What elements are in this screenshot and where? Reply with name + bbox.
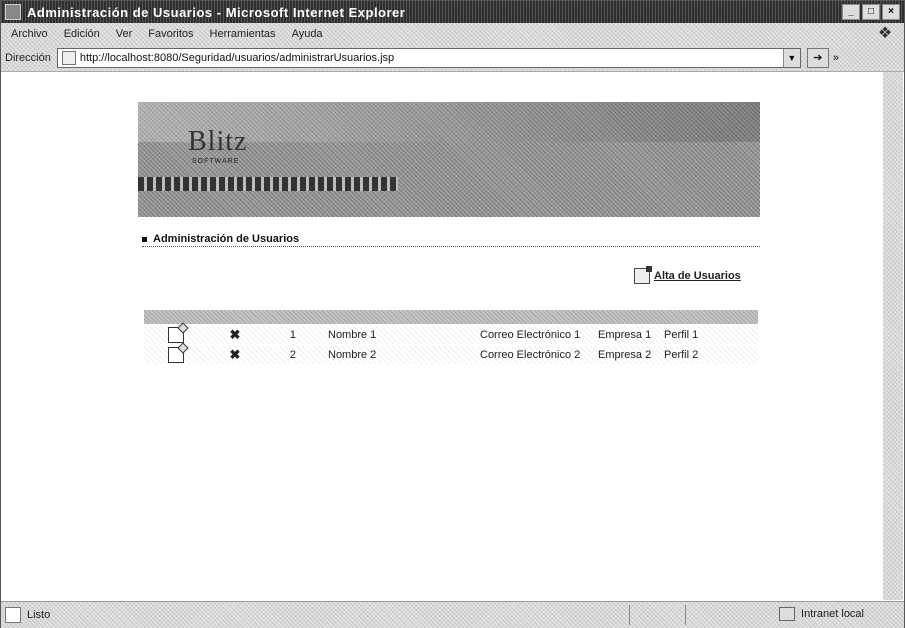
section-title: Administración de Usuarios (142, 233, 299, 245)
browser-window: Administración de Usuarios - Microsoft I… (0, 0, 905, 628)
maximize-button[interactable]: □ (862, 4, 880, 20)
security-zone: Intranet local (779, 607, 864, 621)
blitz-logo-sub: SOFTWARE (192, 158, 240, 165)
page-done-icon (5, 607, 21, 623)
address-bar: Dirección http://localhost:8080/Segurida… (1, 45, 904, 72)
menu-favoritos[interactable]: Favoritos (148, 28, 193, 40)
user-name: Nombre 2 (328, 349, 377, 361)
menu-ayuda[interactable]: Ayuda (292, 28, 323, 40)
banner-stripes (138, 177, 398, 191)
table-row: ✖ 2 Nombre 2 Correo Electrónico 2 Empres… (144, 346, 758, 364)
title-bar: Administración de Usuarios - Microsoft I… (1, 1, 904, 23)
user-perfil: Perfil 2 (664, 349, 699, 361)
users-table: ✖ 1 Nombre 1 Correo Electrónico 1 Empres… (144, 310, 758, 364)
add-user-icon (634, 266, 652, 284)
user-perfil: Perfil 1 (664, 329, 699, 341)
page-icon (61, 51, 76, 65)
edit-icon[interactable] (168, 327, 184, 343)
table-row: ✖ 1 Nombre 1 Correo Electrónico 1 Empres… (144, 326, 758, 344)
status-bar: Listo Intranet local (1, 601, 904, 628)
status-divider (685, 605, 686, 625)
table-header (144, 310, 758, 324)
window-title: Administración de Usuarios - Microsoft I… (27, 4, 406, 20)
window-controls: _ □ × (842, 4, 900, 20)
address-input[interactable]: http://localhost:8080/Seguridad/usuarios… (56, 48, 801, 68)
section-divider (142, 246, 760, 247)
status-divider (629, 605, 630, 625)
delete-icon[interactable]: ✖ (228, 327, 242, 343)
status-text: Listo (27, 609, 51, 621)
delete-icon[interactable]: ✖ (228, 347, 242, 363)
menu-bar: Archivo Edición Ver Favoritos Herramient… (1, 23, 904, 46)
close-button[interactable]: × (882, 4, 900, 20)
menu-archivo[interactable]: Archivo (11, 28, 48, 40)
user-id[interactable]: 2 (278, 349, 296, 361)
menu-ver[interactable]: Ver (116, 28, 133, 40)
intranet-icon (779, 607, 796, 621)
vertical-scrollbar[interactable] (883, 72, 903, 600)
user-id[interactable]: 1 (278, 329, 296, 341)
address-label: Dirección (5, 52, 51, 64)
user-name: Nombre 1 (328, 329, 377, 341)
edit-icon[interactable] (168, 347, 184, 363)
links-chevron-icon[interactable]: » (833, 52, 839, 64)
zone-text: Intranet local (801, 608, 864, 620)
alta-usuarios-link[interactable]: Alta de Usuarios (634, 266, 741, 284)
menu-edicion[interactable]: Edición (64, 28, 100, 40)
header-banner: Blitz SOFTWARE (138, 102, 760, 217)
go-button[interactable]: ➔ (806, 48, 829, 68)
user-empresa: Empresa 2 (598, 349, 652, 361)
section-title-text: Administración de Usuarios (153, 233, 300, 245)
user-email: Correo Electrónico 1 (480, 329, 581, 341)
bullet-icon (142, 236, 147, 242)
address-dropdown-button[interactable]: ▼ (782, 49, 800, 67)
user-empresa: Empresa 1 (598, 329, 652, 341)
blitz-logo: Blitz (188, 126, 248, 157)
alta-usuarios-label[interactable]: Alta de Usuarios (654, 270, 741, 282)
ie-app-icon (5, 4, 21, 20)
user-email: Correo Electrónico 2 (480, 349, 581, 361)
minimize-button[interactable]: _ (842, 4, 860, 20)
menu-herramientas[interactable]: Herramientas (210, 28, 276, 40)
page-content: Blitz SOFTWARE Administración de Usuario… (2, 72, 883, 600)
address-url: http://localhost:8080/Seguridad/usuarios… (79, 52, 395, 64)
windows-logo-icon: ❖ (877, 25, 893, 42)
